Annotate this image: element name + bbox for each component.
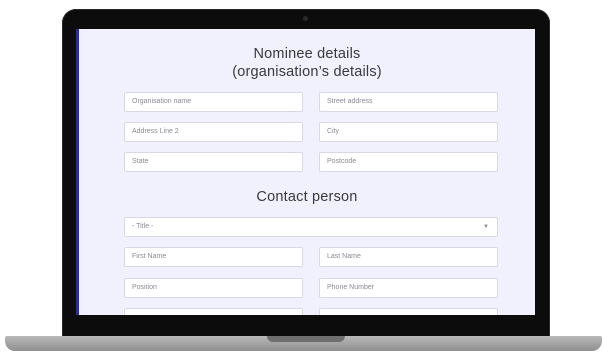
nominee-heading-line2: (organisation’s details) bbox=[232, 64, 382, 80]
contact-person-heading: Contact person bbox=[256, 189, 358, 205]
camera-icon bbox=[303, 16, 308, 21]
street-address-input[interactable]: Street address bbox=[319, 92, 498, 112]
title-select-value: - Title - bbox=[132, 223, 154, 230]
laptop-screen: Nominee details (organisation’s details)… bbox=[76, 29, 535, 315]
chevron-down-icon[interactable]: ▼ bbox=[483, 218, 489, 236]
position-input[interactable]: Position bbox=[124, 278, 303, 298]
first-name-input[interactable]: First Name bbox=[124, 247, 303, 267]
last-name-input[interactable]: Last Name bbox=[319, 247, 498, 267]
next-input-right[interactable] bbox=[319, 308, 498, 315]
nominee-heading-line1: Nominee details bbox=[253, 46, 361, 62]
phone-number-input[interactable]: Phone Number bbox=[319, 278, 498, 298]
postcode-input[interactable]: Postcode bbox=[319, 152, 498, 172]
nominee-details-heading: Nominee details (organisation’s details) bbox=[79, 45, 535, 81]
state-input[interactable]: State bbox=[124, 152, 303, 172]
address-line-2-input[interactable]: Address Line 2 bbox=[124, 122, 303, 142]
laptop-notch bbox=[267, 336, 345, 342]
laptop-mockup: Nominee details (organisation’s details)… bbox=[0, 0, 604, 356]
title-select[interactable]: - Title - ▼ bbox=[124, 217, 498, 237]
city-input[interactable]: City bbox=[319, 122, 498, 142]
organisation-name-input[interactable]: Organisation name bbox=[124, 92, 303, 112]
next-input-left[interactable] bbox=[124, 308, 303, 315]
